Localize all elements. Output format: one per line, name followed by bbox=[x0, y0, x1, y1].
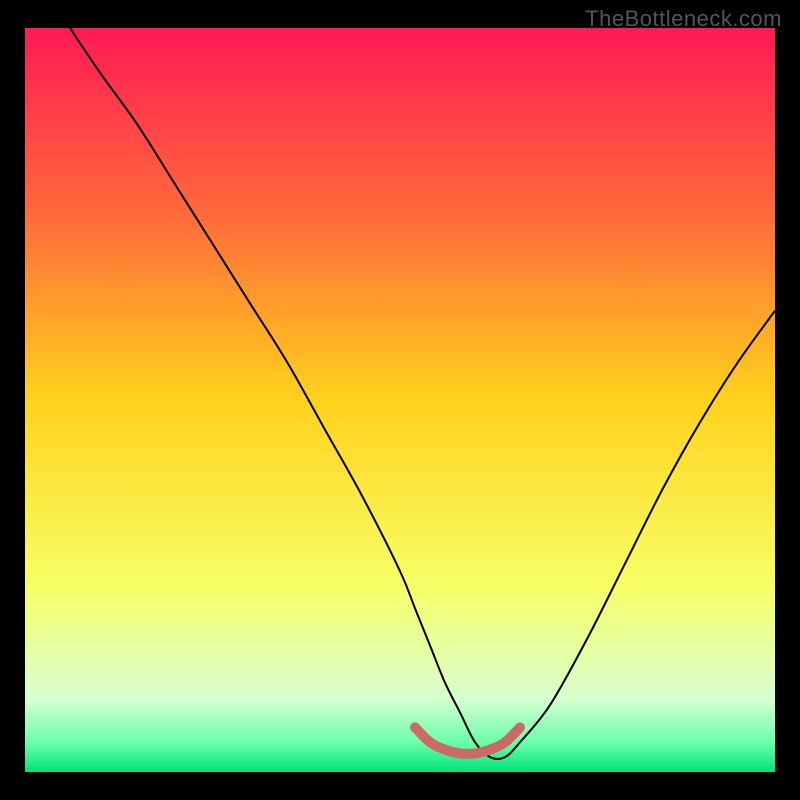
chart-curve-layer bbox=[25, 28, 775, 772]
chart-plot-area bbox=[25, 28, 775, 772]
sweet-zone-marker bbox=[415, 727, 520, 754]
bottleneck-curve bbox=[70, 28, 775, 759]
